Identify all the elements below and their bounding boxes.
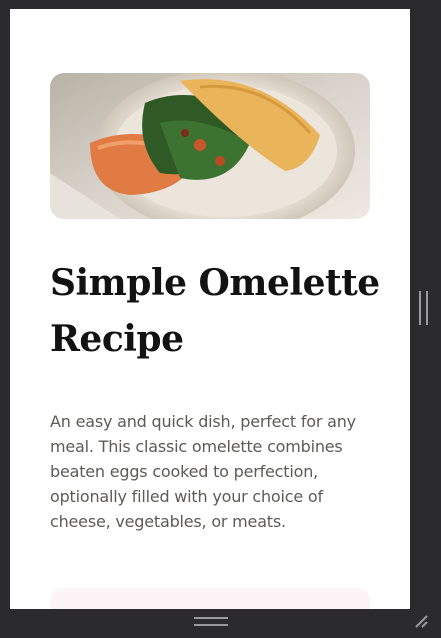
bottom-resize-handle[interactable] (194, 617, 228, 626)
page-title: Simple Omelette Recipe (50, 262, 380, 360)
recipe-image (50, 73, 370, 219)
page-viewport[interactable]: Simple Omelette Recipe An easy and quick… (10, 9, 410, 609)
resize-grip-icon[interactable] (413, 613, 429, 629)
omelette-photo (50, 73, 370, 219)
right-resize-handle[interactable] (419, 291, 428, 325)
preparation-card (50, 588, 370, 609)
device-frame: Simple Omelette Recipe An easy and quick… (0, 0, 441, 638)
page-description: An easy and quick dish, perfect for any … (50, 412, 356, 531)
